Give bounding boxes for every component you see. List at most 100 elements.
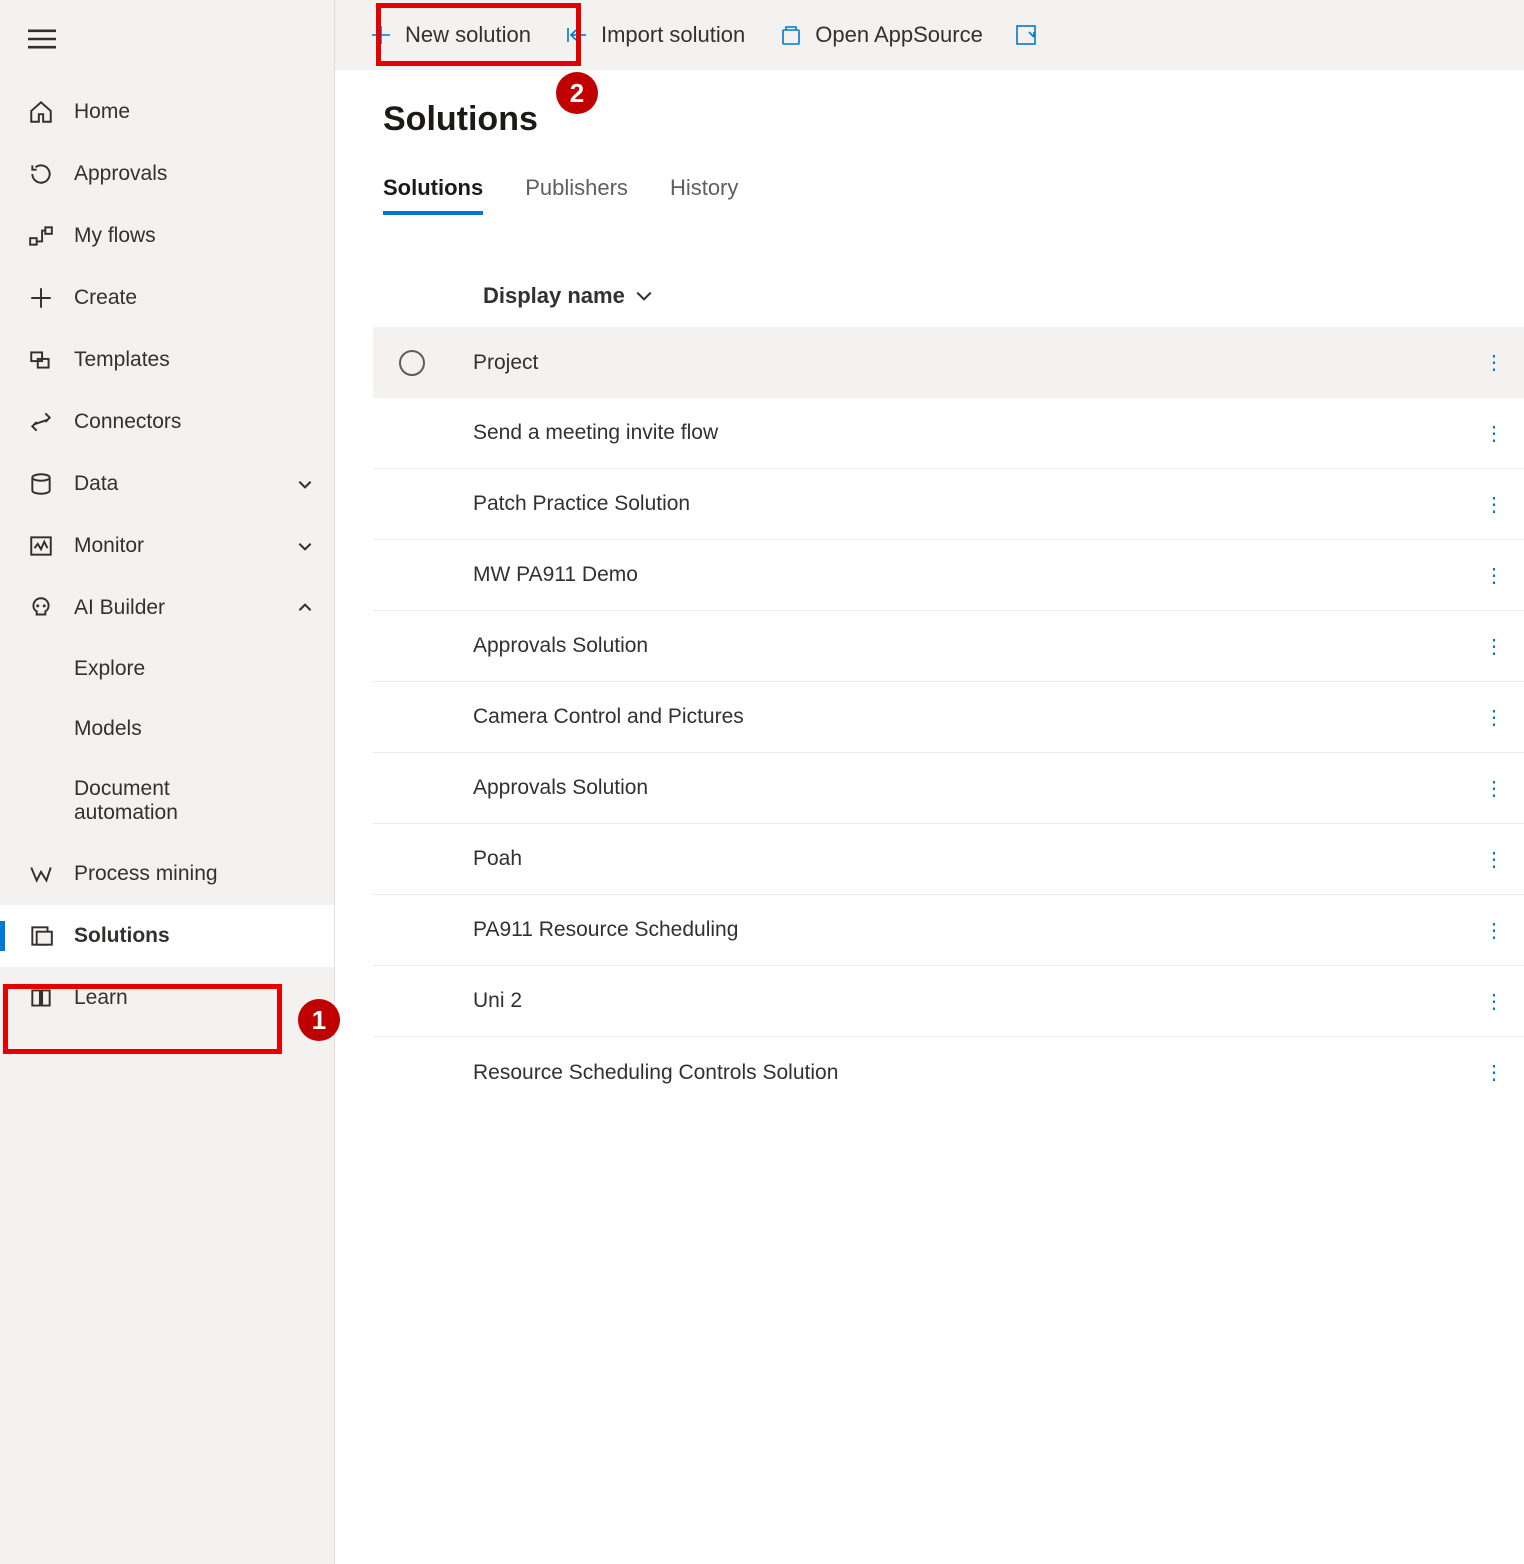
sidebar-item-label: Templates xyxy=(74,348,170,372)
table-row[interactable]: Approvals Solution ⋮ xyxy=(373,753,1524,824)
solution-name[interactable]: Uni 2 xyxy=(473,989,522,1013)
sidebar-item-solutions[interactable]: Solutions xyxy=(0,905,334,967)
solution-name[interactable]: Project xyxy=(473,351,538,375)
approvals-icon xyxy=(28,161,54,187)
solution-name[interactable]: Approvals Solution xyxy=(473,776,648,800)
sidebar-item-data[interactable]: Data xyxy=(0,453,334,515)
table-row[interactable]: Uni 2 ⋮ xyxy=(373,966,1524,1037)
table-row[interactable]: MW PA911 Demo ⋮ xyxy=(373,540,1524,611)
solution-name[interactable]: PA911 Resource Scheduling xyxy=(473,918,738,942)
appsource-icon xyxy=(779,23,803,47)
table-row[interactable]: PA911 Resource Scheduling ⋮ xyxy=(373,895,1524,966)
solution-name[interactable]: Resource Scheduling Controls Solution xyxy=(473,1061,838,1085)
sidebar-item-label: Create xyxy=(74,286,137,310)
sidebar-item-explore[interactable]: Explore xyxy=(0,639,334,699)
sidebar-item-label: Approvals xyxy=(74,162,167,186)
sidebar-item-home[interactable]: Home xyxy=(0,81,334,143)
table-row[interactable]: Send a meeting invite flow ⋮ xyxy=(373,398,1524,469)
annotation-callout-2: 2 xyxy=(556,72,598,114)
publish-all-button[interactable] xyxy=(1003,15,1049,55)
open-appsource-button[interactable]: Open AppSource xyxy=(765,14,997,56)
page-title: Solutions xyxy=(383,100,1524,139)
chevron-down-icon xyxy=(635,289,653,303)
connectors-icon xyxy=(28,409,54,435)
row-more-menu[interactable]: ⋮ xyxy=(1484,705,1506,730)
row-more-menu[interactable]: ⋮ xyxy=(1484,1060,1506,1085)
table-row[interactable]: Resource Scheduling Controls Solution ⋮ xyxy=(373,1037,1524,1108)
home-icon xyxy=(28,99,54,125)
sidebar-item-create[interactable]: Create xyxy=(0,267,334,329)
row-select-radio[interactable] xyxy=(399,350,425,376)
tab-history[interactable]: History xyxy=(670,175,738,215)
plus-icon xyxy=(369,23,393,47)
sidebar-item-templates[interactable]: Templates xyxy=(0,329,334,391)
solution-name[interactable]: Patch Practice Solution xyxy=(473,492,690,516)
column-header-label: Display name xyxy=(483,283,625,309)
templates-icon xyxy=(28,347,54,373)
sidebar-item-approvals[interactable]: Approvals xyxy=(0,143,334,205)
row-more-menu[interactable]: ⋮ xyxy=(1484,918,1506,943)
sidebar-item-models[interactable]: Models xyxy=(0,699,334,759)
row-more-menu[interactable]: ⋮ xyxy=(1484,634,1506,659)
content-area: Solutions Solutions Publishers History D… xyxy=(335,70,1524,1564)
solution-name[interactable]: Approvals Solution xyxy=(473,634,648,658)
row-more-menu[interactable]: ⋮ xyxy=(1484,350,1506,375)
import-icon xyxy=(565,23,589,47)
row-more-menu[interactable]: ⋮ xyxy=(1484,492,1506,517)
hamburger-menu[interactable] xyxy=(0,18,334,81)
tab-solutions[interactable]: Solutions xyxy=(383,175,483,215)
toolbar: New solution Import solution Open AppSou… xyxy=(335,0,1524,70)
solutions-table: Project ⋮ Send a meeting invite flow ⋮ P… xyxy=(373,327,1524,1108)
solution-name[interactable]: Poah xyxy=(473,847,522,871)
chevron-down-icon xyxy=(296,475,314,493)
table-row[interactable]: Project ⋮ xyxy=(373,327,1524,398)
sidebar-item-ai-builder[interactable]: AI Builder xyxy=(0,577,334,639)
row-more-menu[interactable]: ⋮ xyxy=(1484,563,1506,588)
learn-icon xyxy=(28,985,54,1011)
sidebar-item-label: Solutions xyxy=(74,924,170,948)
plus-icon xyxy=(28,285,54,311)
table-row[interactable]: Camera Control and Pictures ⋮ xyxy=(373,682,1524,753)
table-row[interactable]: Patch Practice Solution ⋮ xyxy=(373,469,1524,540)
import-solution-button[interactable]: Import solution xyxy=(551,14,759,56)
table-row[interactable]: Approvals Solution ⋮ xyxy=(373,611,1524,682)
sidebar-item-learn[interactable]: Learn xyxy=(0,967,334,1029)
solution-name[interactable]: Send a meeting invite flow xyxy=(473,421,718,445)
sidebar-item-document-automation[interactable]: Document automation xyxy=(0,759,334,843)
sidebar: Home Approvals My flows Create Templates… xyxy=(0,0,335,1564)
tab-publishers[interactable]: Publishers xyxy=(525,175,628,215)
sidebar-item-monitor[interactable]: Monitor xyxy=(0,515,334,577)
button-label: Import solution xyxy=(601,22,745,48)
table-row[interactable]: Poah ⋮ xyxy=(373,824,1524,895)
row-more-menu[interactable]: ⋮ xyxy=(1484,847,1506,872)
row-more-menu[interactable]: ⋮ xyxy=(1484,421,1506,446)
tabs: Solutions Publishers History xyxy=(383,175,1524,215)
sidebar-item-label: My flows xyxy=(74,224,156,248)
sidebar-item-process-mining[interactable]: Process mining xyxy=(0,843,334,905)
new-solution-button[interactable]: New solution xyxy=(355,14,545,56)
button-label: New solution xyxy=(405,22,531,48)
flows-icon xyxy=(28,223,54,249)
sidebar-item-label: Process mining xyxy=(74,862,218,886)
sidebar-item-label: Models xyxy=(74,717,142,741)
database-icon xyxy=(28,471,54,497)
button-label: Open AppSource xyxy=(815,22,983,48)
row-more-menu[interactable]: ⋮ xyxy=(1484,989,1506,1014)
sidebar-item-label: Explore xyxy=(74,657,145,681)
solution-name[interactable]: MW PA911 Demo xyxy=(473,563,638,587)
ai-builder-icon xyxy=(28,595,54,621)
solution-name[interactable]: Camera Control and Pictures xyxy=(473,705,744,729)
main-content: New solution Import solution Open AppSou… xyxy=(335,0,1524,1564)
column-header-display-name[interactable]: Display name xyxy=(383,271,1524,327)
sidebar-item-label: Monitor xyxy=(74,534,144,558)
sidebar-item-connectors[interactable]: Connectors xyxy=(0,391,334,453)
sidebar-item-label: Connectors xyxy=(74,410,181,434)
row-more-menu[interactable]: ⋮ xyxy=(1484,776,1506,801)
sidebar-item-label: Data xyxy=(74,472,118,496)
sidebar-item-label: Learn xyxy=(74,986,128,1010)
chevron-down-icon xyxy=(296,537,314,555)
process-mining-icon xyxy=(28,861,54,887)
sidebar-item-my-flows[interactable]: My flows xyxy=(0,205,334,267)
publish-icon xyxy=(1013,23,1039,47)
hamburger-icon xyxy=(28,28,56,50)
